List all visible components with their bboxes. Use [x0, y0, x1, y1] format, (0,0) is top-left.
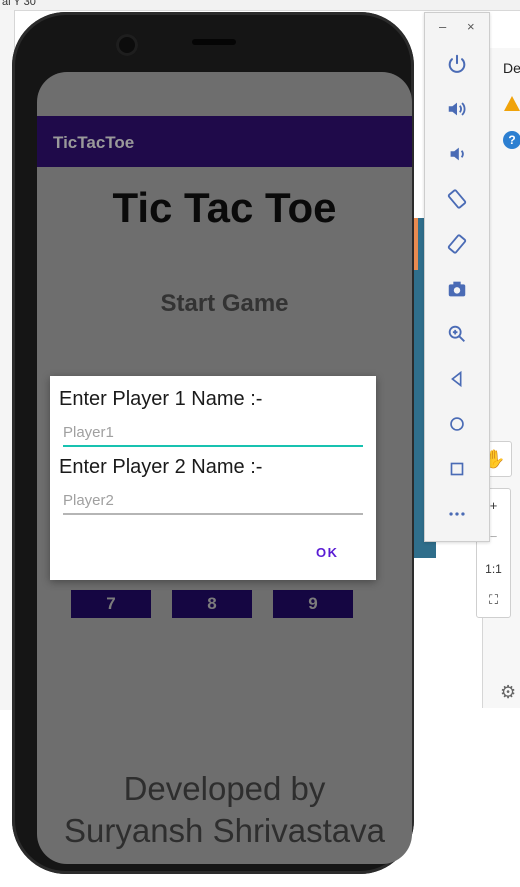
game-title: Tic Tac Toe — [112, 184, 337, 231]
back-icon[interactable] — [443, 365, 471, 393]
overview-icon[interactable] — [443, 455, 471, 483]
ide-panel-label[interactable]: De — [503, 60, 520, 76]
footer-line-2: Suryansh Shrivastava — [64, 812, 385, 849]
player2-name-input[interactable] — [63, 487, 363, 515]
cell-button-7[interactable]: 7 — [71, 590, 151, 618]
volume-up-icon[interactable] — [443, 95, 471, 123]
cell-button-9[interactable]: 9 — [273, 590, 353, 618]
rotate-right-icon[interactable] — [443, 230, 471, 258]
gear-icon[interactable]: ⚙ — [500, 682, 516, 703]
ide-top-fragment: al Y 30 — [2, 0, 36, 8]
more-icon[interactable] — [443, 500, 471, 528]
emulator-toolbar: – × — [424, 12, 490, 542]
app-bar: TicTacToe — [37, 116, 412, 167]
player2-label: Enter Player 2 Name :- — [59, 456, 263, 478]
rotate-left-icon[interactable] — [443, 185, 471, 213]
start-game-button[interactable]: Start Game — [37, 290, 412, 318]
help-icon[interactable]: ? — [503, 131, 520, 149]
ok-button[interactable]: OK — [316, 545, 339, 560]
camera-icon[interactable] — [443, 275, 471, 303]
home-icon[interactable] — [443, 410, 471, 438]
zoom-icon[interactable] — [443, 320, 471, 348]
cell-button-8[interactable]: 8 — [172, 590, 252, 618]
player1-name-input[interactable] — [63, 419, 363, 447]
earpiece-speaker — [192, 39, 236, 45]
zoom-actual-size-button[interactable]: 1:1 — [477, 555, 510, 583]
footer-line-1: Developed by — [123, 770, 326, 807]
minimize-button[interactable]: – — [439, 19, 446, 34]
warning-icon[interactable] — [504, 96, 520, 111]
app-bar-title: TicTacToe — [53, 133, 135, 152]
developer-credit: Developed by Suryansh Shrivastava — [37, 768, 412, 852]
power-icon[interactable] — [443, 50, 471, 78]
close-button[interactable]: × — [467, 19, 475, 34]
volume-down-icon[interactable] — [443, 140, 471, 168]
camera-lens — [116, 34, 138, 56]
player-names-dialog: Enter Player 1 Name :- Enter Player 2 Na… — [50, 376, 376, 580]
zoom-fit-button[interactable]: ⛶ — [477, 586, 510, 614]
player1-label: Enter Player 1 Name :- — [59, 388, 263, 410]
ide-top-toolbar: al Y 30 — [0, 0, 520, 11]
